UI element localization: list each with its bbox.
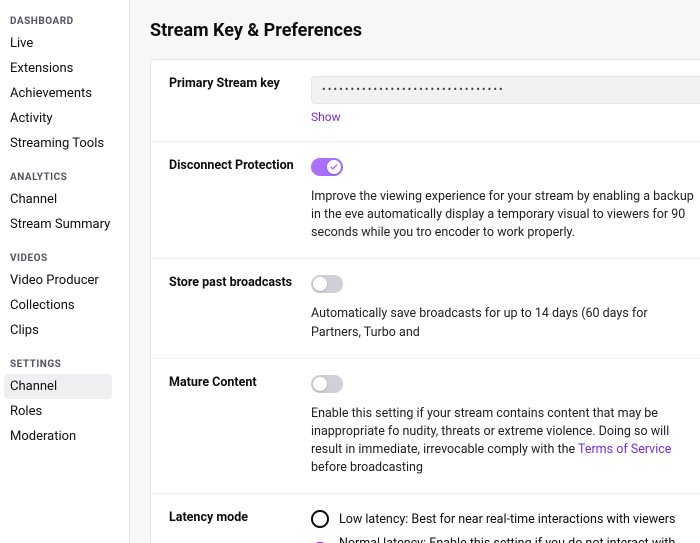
sidebar-group-videos: VIDEOS [10, 253, 129, 264]
radio-icon [311, 510, 329, 528]
app-root: DASHBOARD Live Extensions Achievements A… [0, 0, 700, 543]
sidebar: DASHBOARD Live Extensions Achievements A… [0, 0, 130, 543]
sidebar-item-collections[interactable]: Collections [10, 293, 129, 318]
label-disconnect-protection: Disconnect Protection [169, 158, 311, 242]
label-latency-mode: Latency mode [169, 510, 311, 543]
settings-panel: Primary Stream key •••••••••••••••••••••… [150, 59, 700, 543]
sidebar-group-settings: SETTINGS [10, 359, 129, 370]
stream-key-field[interactable]: •••••••••••••••••••••••••••••••• [311, 76, 700, 104]
radio-label-low: Low latency: Best for near real-time int… [339, 512, 675, 527]
row-stream-key: Primary Stream key •••••••••••••••••••••… [151, 60, 700, 142]
sidebar-item-live[interactable]: Live [10, 31, 129, 56]
sidebar-item-stream-summary[interactable]: Stream Summary [10, 212, 129, 237]
sidebar-item-roles[interactable]: Roles [10, 399, 129, 424]
row-disconnect-protection: Disconnect Protection Improve the viewin… [151, 142, 700, 259]
desc-store-broadcasts: Automatically save broadcasts for up to … [311, 305, 700, 341]
radio-normal-latency[interactable]: Normal latency: Enable this setting if y… [311, 536, 700, 543]
label-stream-key: Primary Stream key [169, 76, 311, 125]
sidebar-item-moderation[interactable]: Moderation [10, 424, 129, 449]
label-mature-content: Mature Content [169, 375, 311, 478]
label-store-broadcasts: Store past broadcasts [169, 275, 311, 341]
toggle-store-broadcasts[interactable] [311, 275, 343, 293]
sidebar-group-dashboard: DASHBOARD [10, 16, 129, 27]
mature-desc-post: before broadcasting [311, 460, 423, 475]
show-stream-key-link[interactable]: Show [311, 110, 341, 124]
row-latency-mode: Latency mode Low latency: Best for near … [151, 494, 700, 543]
radio-low-latency[interactable]: Low latency: Best for near real-time int… [311, 510, 700, 528]
desc-mature-content: Enable this setting if your stream conta… [311, 405, 700, 478]
main-content: Stream Key & Preferences Primary Stream … [130, 0, 700, 543]
row-mature-content: Mature Content Enable this setting if yo… [151, 359, 700, 495]
toggle-disconnect-protection[interactable] [311, 158, 343, 176]
sidebar-group-analytics: ANALYTICS [10, 172, 129, 183]
sidebar-item-achievements[interactable]: Achievements [10, 81, 129, 106]
check-icon [330, 164, 338, 170]
radio-label-normal: Normal latency: Enable this setting if y… [339, 536, 700, 543]
sidebar-item-channel-settings[interactable]: Channel [4, 374, 112, 399]
sidebar-item-video-producer[interactable]: Video Producer [10, 268, 129, 293]
sidebar-item-channel-analytics[interactable]: Channel [10, 187, 129, 212]
sidebar-item-clips[interactable]: Clips [10, 318, 129, 343]
sidebar-item-activity[interactable]: Activity [10, 106, 129, 131]
page-title: Stream Key & Preferences [150, 20, 700, 41]
desc-disconnect-protection: Improve the viewing experience for your … [311, 188, 700, 242]
terms-of-service-link[interactable]: Terms of Service [578, 442, 671, 457]
sidebar-item-extensions[interactable]: Extensions [10, 56, 129, 81]
row-store-broadcasts: Store past broadcasts Automatically save… [151, 259, 700, 358]
toggle-mature-content[interactable] [311, 375, 343, 393]
sidebar-item-streaming-tools[interactable]: Streaming Tools [10, 131, 129, 156]
